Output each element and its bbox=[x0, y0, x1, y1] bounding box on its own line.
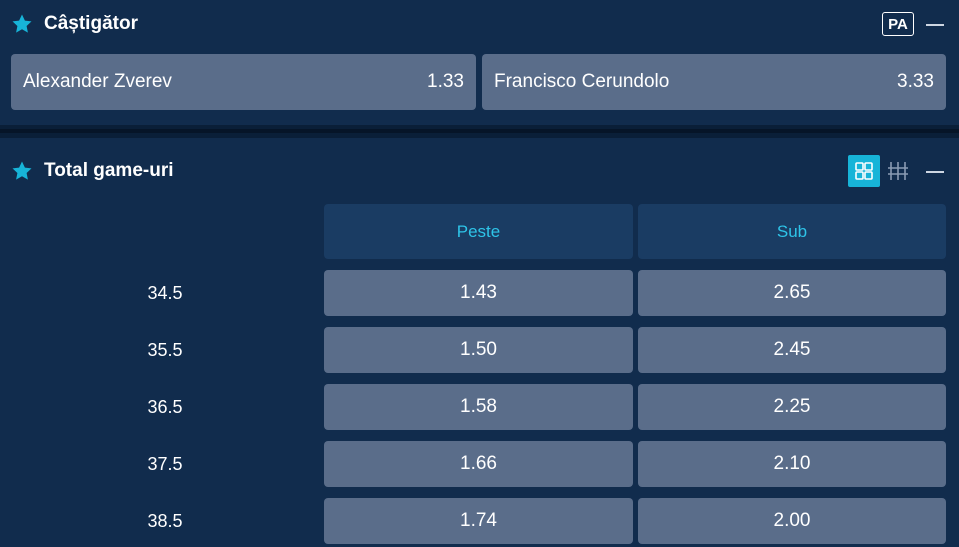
over-odd-button[interactable]: 1.66 bbox=[324, 441, 633, 487]
line-label: 35.5 bbox=[147, 339, 183, 360]
star-icon[interactable] bbox=[10, 12, 34, 36]
odd-button-zverev[interactable]: Alexander Zverev 1.33 bbox=[11, 54, 476, 110]
column-header-over: Peste bbox=[324, 204, 633, 259]
under-odd-button[interactable]: 2.65 bbox=[638, 270, 946, 316]
grid-view-icon[interactable] bbox=[848, 155, 880, 187]
line-label: 36.5 bbox=[147, 396, 183, 417]
pa-badge[interactable]: PA bbox=[882, 12, 914, 36]
total-games-header: Total game-uri bbox=[10, 157, 174, 185]
total-games-title: Total game-uri bbox=[44, 160, 174, 181]
section-divider bbox=[0, 125, 959, 138]
over-odd-button[interactable]: 1.74 bbox=[324, 498, 633, 544]
over-odd-button[interactable]: 1.43 bbox=[324, 270, 633, 316]
selection-name: Francisco Cerundolo bbox=[494, 71, 670, 92]
selection-name: Alexander Zverev bbox=[23, 71, 172, 92]
winner-market-header: Câștigător bbox=[10, 10, 138, 38]
under-odd-button[interactable]: 2.25 bbox=[638, 384, 946, 430]
star-icon[interactable] bbox=[10, 159, 34, 183]
minus-icon[interactable] bbox=[926, 24, 944, 26]
line-label: 38.5 bbox=[147, 510, 183, 531]
list-view-icon[interactable] bbox=[886, 159, 910, 183]
winner-market-title: Câștigător bbox=[44, 13, 138, 34]
line-label: 37.5 bbox=[147, 453, 183, 474]
under-odd-button[interactable]: 2.10 bbox=[638, 441, 946, 487]
line-label: 34.5 bbox=[147, 282, 183, 303]
over-odd-button[interactable]: 1.50 bbox=[324, 327, 633, 373]
column-header-under: Sub bbox=[638, 204, 946, 259]
over-odd-button[interactable]: 1.58 bbox=[324, 384, 633, 430]
selection-odd: 1.33 bbox=[427, 71, 464, 92]
under-odd-button[interactable]: 2.45 bbox=[638, 327, 946, 373]
minus-icon[interactable] bbox=[926, 171, 944, 173]
odd-button-cerundolo[interactable]: Francisco Cerundolo 3.33 bbox=[482, 54, 946, 110]
under-odd-button[interactable]: 2.00 bbox=[638, 498, 946, 544]
selection-odd: 3.33 bbox=[897, 71, 934, 92]
